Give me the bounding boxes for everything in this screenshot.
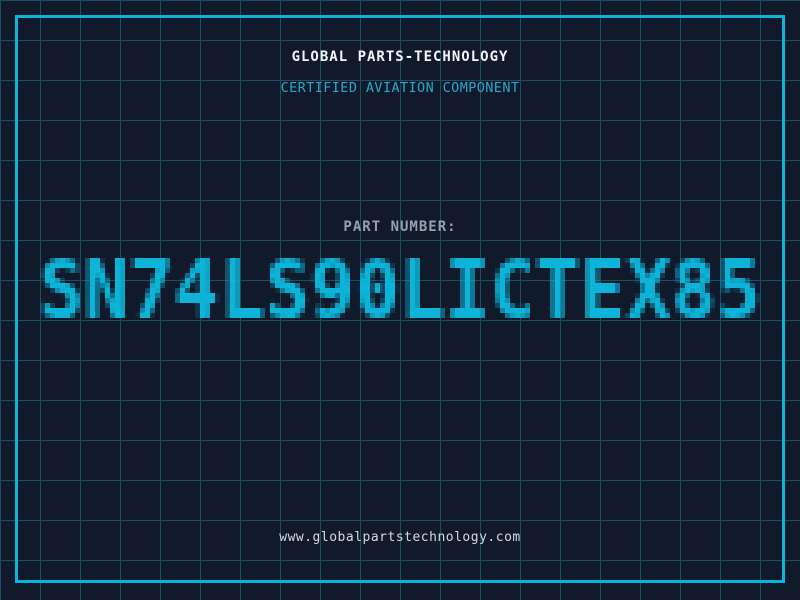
- part-number-label: PART NUMBER:: [343, 219, 457, 235]
- part-number-display: [20, 258, 780, 338]
- blueprint-background: { "colors": { "background": "#101a2b", "…: [0, 0, 800, 600]
- website-url: www.globalpartstechnology.com: [279, 530, 521, 545]
- certification-subtitle: CERTIFIED AVIATION COMPONENT: [280, 80, 520, 96]
- part-number-text: SN74LS90LICTEX85: [0, 0, 1, 1]
- brand-title: GLOBAL PARTS-TECHNOLOGY: [291, 49, 509, 65]
